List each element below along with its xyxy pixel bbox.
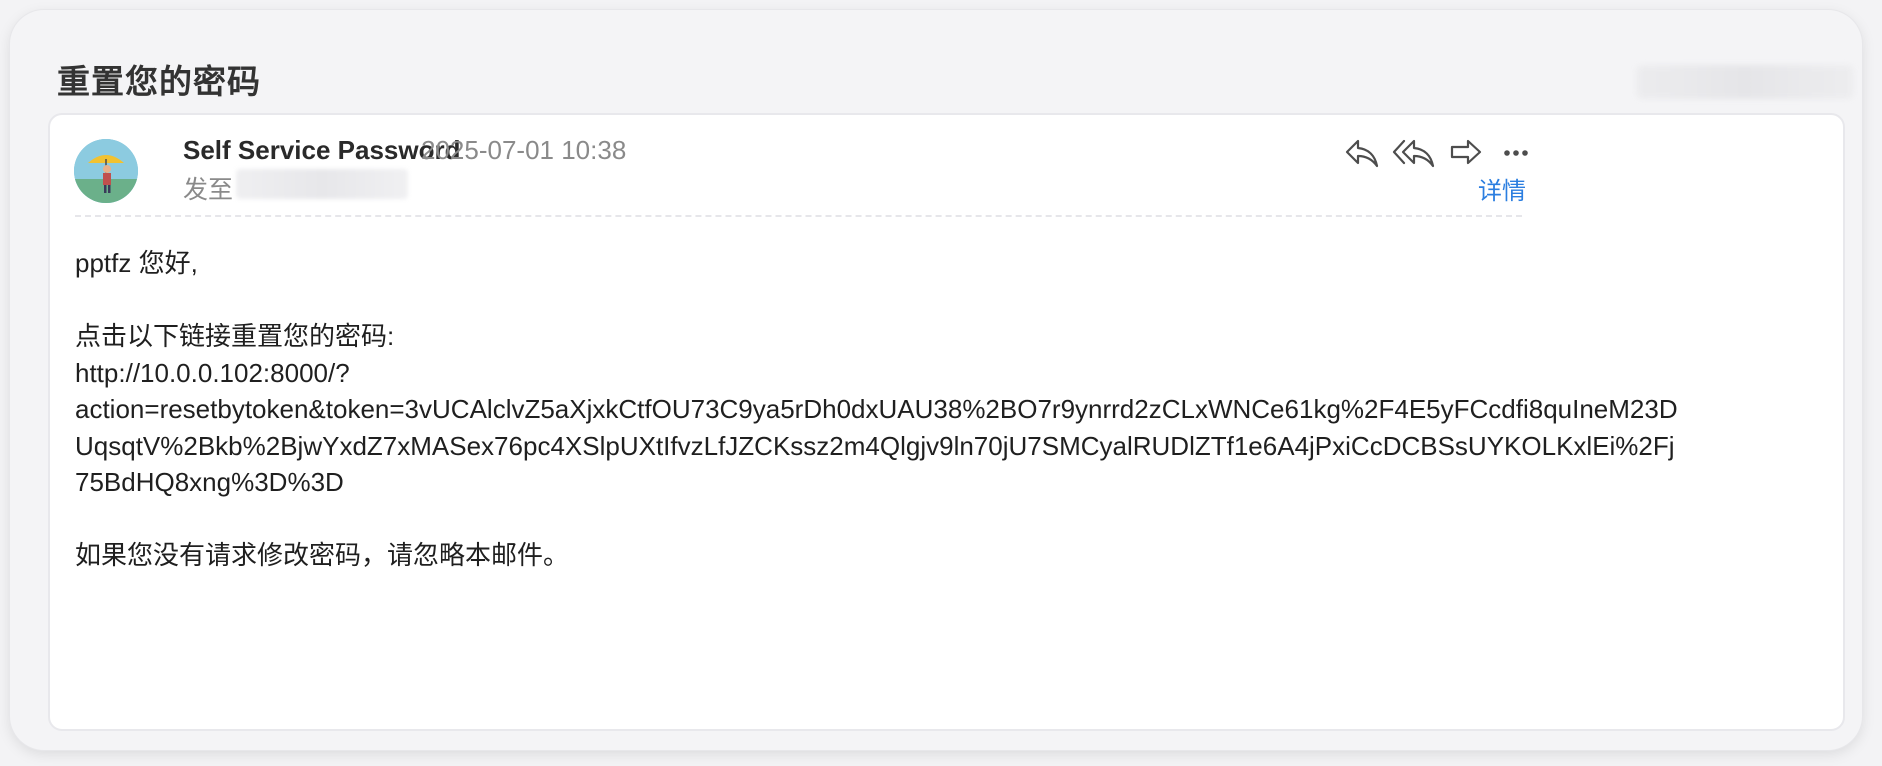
reset-link-line[interactable]: http://10.0.0.102:8000/? <box>75 355 1525 392</box>
sent-time: 2025-07-01 10:38 <box>421 135 627 165</box>
avatar-illustration <box>74 139 138 203</box>
reset-link-line[interactable]: 75BdHQ8xng%3D%3D <box>75 464 1525 501</box>
header-divider <box>75 215 1522 217</box>
sender-avatar[interactable] <box>74 139 138 203</box>
details-link[interactable]: 详情 <box>1478 171 1526 206</box>
footer-text: 如果您没有请求修改密码，请忽略本邮件。 <box>75 540 570 570</box>
email-body: pptfz 您好, 点击以下链接重置您的密码: http://10.0.0.10… <box>75 245 1678 574</box>
reply-icon[interactable] <box>1342 133 1382 173</box>
sender-name[interactable]: Self Service Password <box>183 135 460 166</box>
more-icon[interactable] <box>1496 133 1536 173</box>
email-window: 重置您的密码 Self Service Password 2025-07-01 … <box>10 10 1862 750</box>
instruction-text: 点击以下链接重置您的密码: <box>75 321 395 351</box>
redacted-area <box>1636 65 1854 99</box>
recipient-label: 发至 <box>183 176 234 204</box>
reply-all-icon[interactable] <box>1392 133 1436 173</box>
recipient-redacted <box>236 169 408 199</box>
reset-link-line[interactable]: UqsqtV%2Bkb%2BjwYxdZ7xMASex76pc4XSlpUXtI… <box>75 428 1675 465</box>
greeting-text: pptfz 您好, <box>75 248 198 278</box>
forward-icon[interactable] <box>1446 133 1486 173</box>
message-actions <box>1342 133 1542 173</box>
message-card: Self Service Password 2025-07-01 10:38 发… <box>48 113 1845 731</box>
email-subject: 重置您的密码 <box>57 63 261 100</box>
reset-link-line[interactable]: action=resetbytoken&token=3vUCAlclvZ5aXj… <box>75 391 1678 428</box>
